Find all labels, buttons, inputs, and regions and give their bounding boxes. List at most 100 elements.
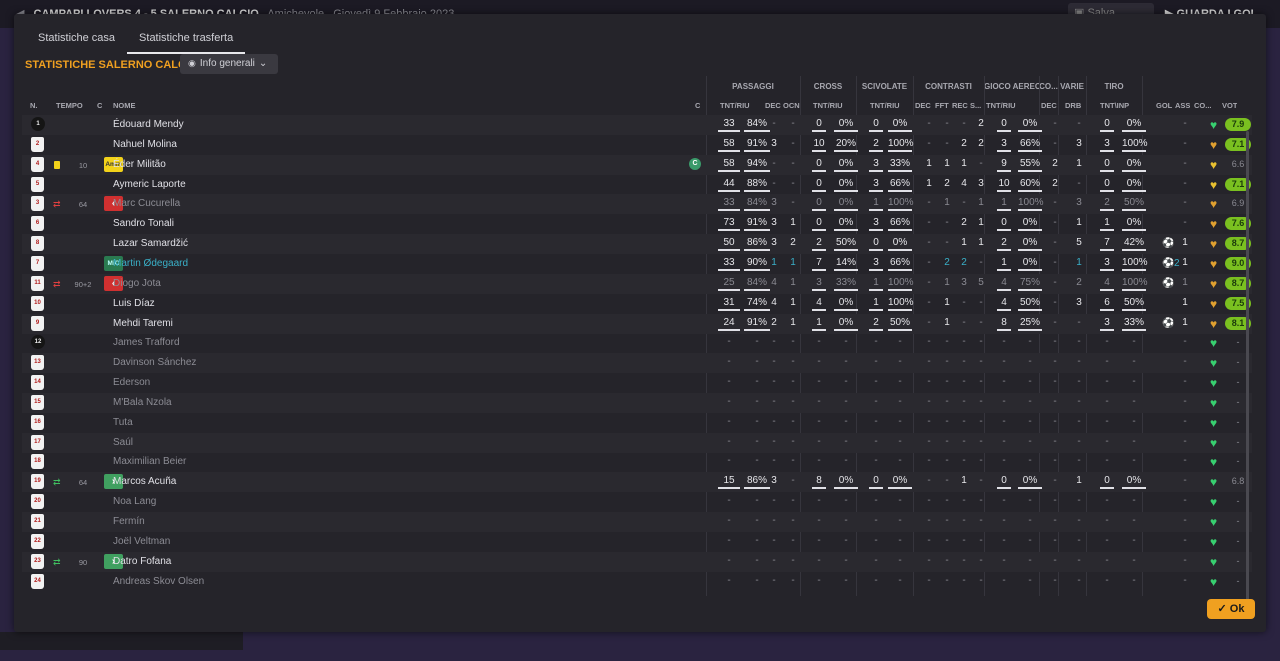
table-row[interactable]: 20 Noa Lang - - - - - - - - - - - - - - - - - - - ♥ - (22, 492, 1252, 512)
stat-ca: - (817, 395, 821, 407)
column-header-ocn[interactable]: OCN (783, 101, 800, 110)
stat-rc: - (962, 118, 966, 129)
scrollbar[interactable] (1246, 131, 1249, 601)
player-name[interactable]: James Trafford (113, 337, 180, 348)
table-row[interactable]: 3 ⇄ 64 ‹ Marc Cucurella 33 84% 3-0 0% 1 100% -1-1 1 1… (22, 194, 1252, 215)
player-name[interactable]: Éder Militão (113, 159, 166, 170)
stat-sp: - (898, 455, 902, 467)
player-name[interactable]: Lazar Samardžić (113, 238, 188, 249)
table-row[interactable]: 4 10 Amm Éder Militão C 58 94% - -0 0% 3 33% 1 1 1-9 55… (22, 154, 1252, 175)
player-name[interactable]: M'Bala Nzola (113, 397, 172, 408)
shirt-number-icon: 9 (31, 315, 44, 331)
column-header-codec[interactable]: DEC (1041, 101, 1057, 110)
table-row[interactable]: 6 Sandro Tonali 73 91% 3 1 0 0% 3 66% - -2 1 0 0% -1 1 0%… (22, 214, 1252, 234)
column-header-c2[interactable]: C (695, 101, 700, 110)
table-row[interactable]: 12 James Trafford - - - - - - - - - - - - - - - - - - - ♥ - (22, 333, 1252, 353)
stat-ap: - (1028, 336, 1032, 348)
column-header-tiro[interactable]: TNT\INP (1100, 101, 1129, 110)
table-row[interactable]: 18 Maximilian Beier - - - - - - - - - - - - - - - - - - - ♥ - (22, 452, 1252, 472)
column-header-nome[interactable]: NOME (113, 101, 136, 110)
column-header-cdec[interactable]: DEC (915, 101, 931, 110)
player-name[interactable]: Marcos Acuña (113, 476, 176, 487)
player-name[interactable]: Luis Díaz (113, 298, 155, 309)
column-header-cross[interactable]: TNT/RIU (813, 101, 843, 110)
stat-s: - (979, 495, 983, 507)
stat-cp: 0% (834, 475, 858, 490)
column-header-aereo[interactable]: TNT/RIU (986, 101, 1016, 110)
table-row[interactable]: 2 Nahuel Molina 58 91% 3-10 20% 2 100% - -2 2 3 66% -… (22, 135, 1252, 155)
table-row[interactable]: 21 Fermín - - - - - - - - - - - - - - - - - - - ♥ - (22, 512, 1252, 532)
stat-sp: - (898, 395, 902, 407)
column-header-tempo[interactable]: TEMPO (56, 101, 83, 110)
column-header-ass[interactable]: ASS (1175, 101, 1190, 110)
stat-rc: - (962, 574, 966, 586)
player-name[interactable]: Tuta (113, 417, 133, 428)
player-name[interactable]: Nahuel Molina (113, 139, 177, 150)
stat-aa: 1 (997, 257, 1011, 271)
stat-pa: 24 (718, 317, 740, 331)
player-name[interactable]: Martin Ødegaard (113, 258, 188, 269)
column-header-dec[interactable]: DEC (765, 101, 781, 110)
tab-away-stats[interactable]: Statistiche trasferta (127, 28, 246, 54)
table-row[interactable]: 10 Luis Díaz 31 74% 4 1 4 0% 1 100% -1- -4 50% -3 6 50%… (22, 294, 1252, 314)
player-name[interactable]: Maximilian Beier (113, 456, 186, 467)
table-row[interactable]: 19 ⇄ 64 › Marcos Acuña 15 86% 3-8 0% 0 0% - -1-0 0% -1… (22, 472, 1252, 493)
column-header-gol[interactable]: GOL (1156, 101, 1172, 110)
table-row[interactable]: 15 M'Bala Nzola - - - - - - - - - - - - - - - - - - - ♥ - (22, 392, 1252, 413)
group-header: SCIVOLATE (861, 82, 908, 91)
ok-label: Ok (1229, 603, 1245, 615)
table-row[interactable]: 8 Lazar Samardžić 50 86% 3 2 2 50% 0 0% - -1 1 2 0% -5 7… (22, 234, 1252, 255)
stat-dec: - (772, 534, 776, 546)
stat-ca: 1 (812, 317, 826, 331)
goal-count: 2 (1174, 257, 1180, 269)
table-row[interactable]: 9 Mehdi Taremi 24 91% 2 1 1 0% 2 50% -1- -8 25% - -3 33… (22, 313, 1252, 334)
table-row[interactable]: 22 Joël Veltman - - - - - - - - - - - - - - - - - - - ♥ - (22, 532, 1252, 552)
stat-drb: 1 (1076, 256, 1082, 268)
player-name[interactable]: Davinson Sánchez (113, 357, 196, 368)
player-name[interactable]: Mehdi Taremi (113, 318, 173, 329)
table-row[interactable]: 1 Édouard Mendy 33 84% - -0 0% 0 0% - - -2 0 0% - -0 0% -… (22, 115, 1252, 135)
column-header-n[interactable]: N. (30, 101, 38, 110)
stat-aa: - (1002, 376, 1006, 388)
table-row[interactable]: 13 Davinson Sánchez - - - - - - - - - - - - - - - - - - - ♥ - (22, 353, 1252, 374)
column-header-pass[interactable]: TNT/RIU (720, 101, 750, 110)
column-header-drb[interactable]: DRB (1065, 101, 1081, 110)
player-name[interactable]: Ederson (113, 377, 150, 388)
player-name[interactable]: Diogo Jota (113, 278, 161, 289)
player-name[interactable]: Marc Cucurella (113, 198, 180, 209)
table-row[interactable]: 17 Saúl - - - - - - - - - - - - - - - - - - - ♥ - (22, 432, 1252, 453)
player-name[interactable]: Fermín (113, 516, 145, 527)
player-name[interactable]: Sandro Tonali (113, 218, 174, 229)
table-row[interactable]: 11 ⇄ 90+2 ‹ Diogo Jota 25 84% 4 1 3 33% 1 100% -1 3 5 4 7… (22, 273, 1252, 294)
table-row[interactable]: 7 MiC Martin Ødegaard 33 90% 1 1 7 14% 3 66% -2 2-1 0… (22, 254, 1252, 274)
stat-sa: - (874, 574, 878, 586)
player-name[interactable]: Datro Fofana (113, 556, 171, 567)
stat-sp: - (898, 554, 902, 566)
player-name[interactable]: Aymeric Laporte (113, 179, 186, 190)
player-name[interactable]: Saúl (113, 437, 133, 448)
column-header-c[interactable]: C (97, 101, 102, 110)
stat-ap: 55% (1018, 158, 1042, 172)
table-row[interactable]: 5 Aymeric Laporte 44 88% - -0 0% 3 66% 1 2 4 3 10 60% 2… (22, 175, 1252, 195)
ok-button[interactable]: ✓ Ok (1207, 599, 1255, 619)
condition-heart-icon: ♥ (1210, 534, 1218, 549)
column-header-sciv[interactable]: TNT/RIU (870, 101, 900, 110)
table-row[interactable]: 14 Ederson - - - - - - - - - - - - - - - - - - - ♥ - (22, 373, 1252, 393)
player-name[interactable]: Joël Veltman (113, 536, 170, 547)
stat-ta: 4 (1100, 277, 1114, 291)
info-dropdown[interactable]: ◉ Info generali ⌄ (180, 54, 278, 74)
column-header-rec[interactable]: REC (952, 101, 968, 110)
table-row[interactable]: 23 ⇄ 90 › Datro Fofana - - - - - - - - - - - - - - - - - - - ♥ - (22, 551, 1252, 572)
player-name[interactable]: Andreas Skov Olsen (113, 576, 204, 587)
player-name[interactable]: Noa Lang (113, 496, 156, 507)
tab-home-stats[interactable]: Statistiche casa (26, 28, 127, 52)
stat-co: - (1053, 574, 1057, 586)
column-header-co[interactable]: CO... (1194, 101, 1212, 110)
column-header-vot[interactable]: VOT (1222, 101, 1237, 110)
table-row[interactable]: 16 Tuta - - - - - - - - - - - - - - - - - - - ♥ - (22, 413, 1252, 433)
player-name[interactable]: Édouard Mendy (113, 119, 184, 130)
table-row[interactable]: 24 Andreas Skov Olsen - - - - - - - - - - - - - - - - - - - ♥… (22, 572, 1252, 592)
stat-s: - (979, 356, 983, 368)
column-header-s[interactable]: S... (970, 101, 981, 110)
column-header-fft[interactable]: FFT (935, 101, 949, 110)
